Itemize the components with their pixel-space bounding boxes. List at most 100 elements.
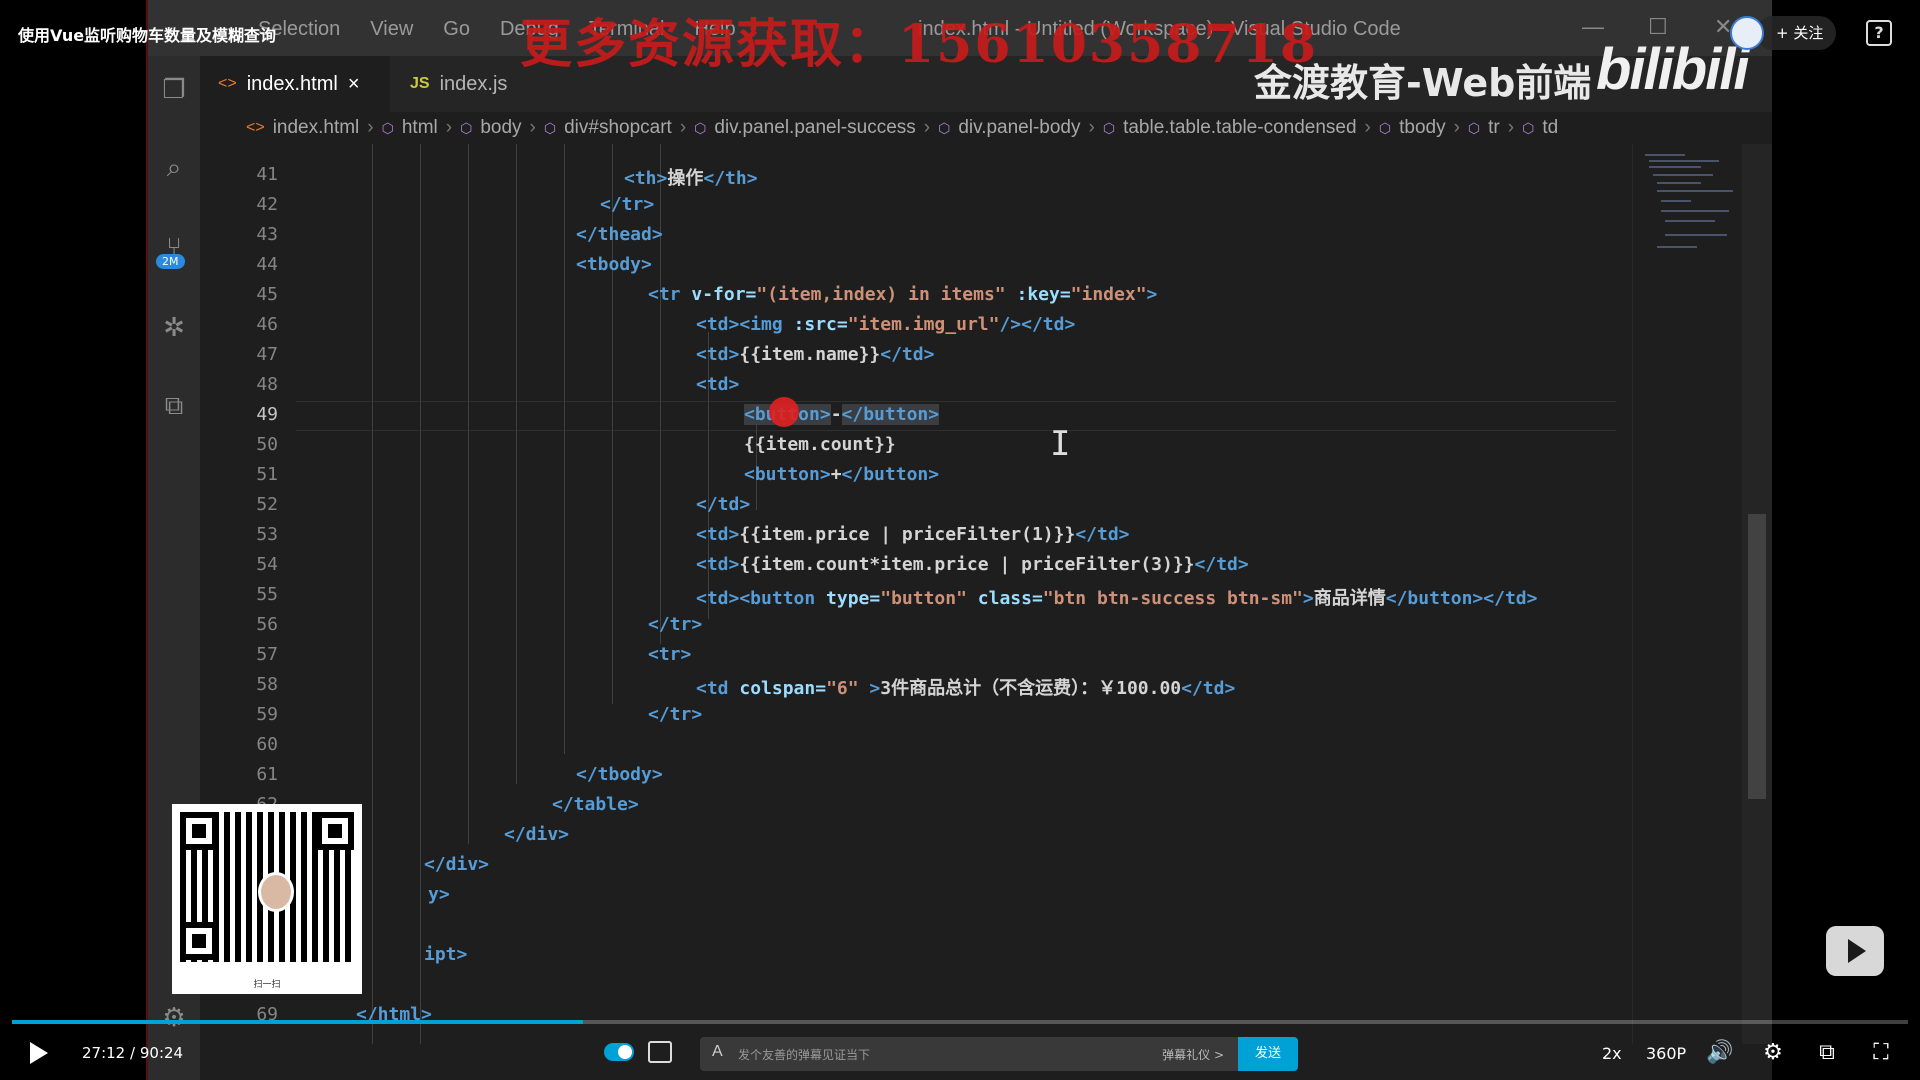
line-number: 46 xyxy=(256,314,278,335)
danmaku-input[interactable]: A 发个友善的弹幕见证当下 弹幕礼仪 > xyxy=(700,1037,1238,1071)
code-line-61: </tbody> xyxy=(576,764,663,785)
line-number: 61 xyxy=(256,764,278,785)
video-title: 使用Vue监听购物车数量及模糊查询 xyxy=(18,26,277,45)
danmaku-style-icon[interactable]: A xyxy=(712,1043,723,1061)
tv-mascot-icon xyxy=(1826,926,1884,976)
extensions-icon[interactable]: ⧉ xyxy=(158,390,190,422)
tab-index-html[interactable]: <> index.html × xyxy=(200,56,390,112)
line-number: 59 xyxy=(256,704,278,725)
element-icon: ⬡ xyxy=(460,119,473,136)
html-file-icon: <> xyxy=(246,119,265,136)
line-number: 58 xyxy=(256,674,278,695)
picture-in-picture-icon[interactable]: ⧉ xyxy=(1814,1040,1840,1066)
line-number: 53 xyxy=(256,524,278,545)
text-cursor-icon: I xyxy=(1050,424,1071,464)
breadcrumb-item[interactable]: html xyxy=(402,117,438,139)
code-line-56: </tr> xyxy=(648,614,703,635)
mouse-highlight xyxy=(769,397,799,427)
follow-label[interactable]: + 关注 xyxy=(1776,22,1823,43)
element-icon: ⬡ xyxy=(1522,119,1535,136)
breadcrumb-item[interactable]: tbody xyxy=(1399,117,1445,139)
breadcrumb: <> index.html › ⬡ html › ⬡ body › ⬡ div#shopca… xyxy=(200,112,1772,144)
code-line-54: <td>{{item.count*item.price | priceFilte… xyxy=(696,554,1249,575)
code-line-44: <tbody> xyxy=(576,254,652,275)
breadcrumb-item[interactable]: tr xyxy=(1488,117,1500,139)
promo-watermark: 更多资源获取：15610358718 xyxy=(520,14,1318,75)
code-line-41: <th>操作</th> xyxy=(624,168,758,189)
line-number: 56 xyxy=(256,614,278,635)
progress-bar[interactable] xyxy=(12,1020,1908,1024)
tab-close-icon[interactable]: × xyxy=(348,73,360,96)
code-line-52: </td> xyxy=(696,494,751,515)
code-line-64: </div> xyxy=(424,854,490,875)
line-number: 43 xyxy=(256,224,278,245)
code-line-51: <button>+</button> xyxy=(744,464,940,485)
element-icon: ⬡ xyxy=(543,119,557,136)
line-number: 47 xyxy=(256,344,278,365)
danmaku-settings-icon[interactable] xyxy=(648,1041,672,1063)
tab-label: index.html xyxy=(246,72,338,95)
time-display: 27:12 / 90:24 xyxy=(82,1044,183,1062)
qr-code: 扫一扫 xyxy=(172,804,362,994)
breadcrumb-item[interactable]: div.panel.panel-success xyxy=(714,117,915,139)
breadcrumb-item[interactable]: td xyxy=(1542,117,1558,139)
send-danmaku-button[interactable]: 发送 xyxy=(1238,1037,1298,1071)
breadcrumb-item[interactable]: table.table.table-condensed xyxy=(1123,117,1356,139)
breadcrumb-item[interactable]: index.html xyxy=(273,117,360,139)
volume-icon[interactable]: 🔊 xyxy=(1706,1040,1733,1066)
uploader-avatar[interactable] xyxy=(1730,16,1764,50)
bilibili-logo: bilibili xyxy=(1596,37,1750,102)
code-line-63: </div> xyxy=(504,824,570,845)
code-line-62: </table> xyxy=(552,794,639,815)
code-line-59: </tr> xyxy=(648,704,703,725)
code-line-46: <td><img :src="item.img_url"/></td> xyxy=(696,314,1076,335)
code-line-53: <td>{{item.price | priceFilter(1)}}</td> xyxy=(696,524,1130,545)
code-line-43: </thead> xyxy=(576,224,663,245)
editor-scrollbar[interactable] xyxy=(1742,144,1772,1044)
code-line-42: </tr> xyxy=(600,194,655,215)
search-icon[interactable]: ⌕ xyxy=(158,152,190,184)
code-line-58: <td colspan="6" >3件商品总计（不含运费）：￥100.00</t… xyxy=(696,678,1236,699)
line-number: 45 xyxy=(256,284,278,305)
speed-button[interactable]: 2x xyxy=(1602,1044,1622,1063)
help-icon[interactable]: ? xyxy=(1866,20,1892,46)
code-line-55: <td><button type="button" class="btn btn… xyxy=(696,588,1538,609)
breadcrumb-item[interactable]: div#shopcart xyxy=(564,117,672,139)
line-number: 60 xyxy=(256,734,278,755)
menu-go[interactable]: Go xyxy=(443,18,470,41)
code-line-65: y> xyxy=(428,884,450,905)
menu-view[interactable]: View xyxy=(370,18,413,41)
vscode-window: Selection View Go Debug Terminal Help in… xyxy=(148,0,1772,1080)
current-line-highlight xyxy=(296,401,1616,431)
code-line-57: <tr> xyxy=(648,644,692,665)
element-icon: ⬡ xyxy=(1378,119,1392,136)
danmaku-toggle[interactable] xyxy=(604,1043,634,1061)
code-editor[interactable]: 41 42 43 44 45 46 47 48 49 50 51 52 53 54 55 56 57 58 59 60… xyxy=(200,144,1632,1044)
player-controls: 27:12 / 90:24 A 发个友善的弹幕见证当下 弹幕礼仪 > 发送 2x… xyxy=(0,1028,1920,1080)
breadcrumb-item[interactable]: div.panel-body xyxy=(958,117,1080,139)
element-icon: ⬡ xyxy=(1102,119,1116,136)
play-icon[interactable] xyxy=(30,1042,48,1064)
element-icon: ⬡ xyxy=(938,119,951,136)
source-control-badge: 2M xyxy=(156,254,185,269)
time-separator: / xyxy=(130,1044,136,1062)
line-number: 52 xyxy=(256,494,278,515)
line-number: 50 xyxy=(256,434,278,455)
code-line-67: ipt> xyxy=(424,944,468,965)
line-number: 48 xyxy=(256,374,278,395)
explorer-icon[interactable]: ❐ xyxy=(158,74,190,106)
quality-button[interactable]: 360P xyxy=(1646,1044,1686,1063)
danmaku-etiquette-link[interactable]: 弹幕礼仪 > xyxy=(1162,1046,1224,1063)
settings-icon[interactable]: ⚙ xyxy=(1760,1040,1786,1066)
js-file-icon: JS xyxy=(410,75,430,92)
editor-scrollbar-thumb[interactable] xyxy=(1748,514,1766,799)
qr-avatar xyxy=(258,872,294,912)
debug-icon[interactable]: ✲ xyxy=(158,312,190,344)
code-line-45: <tr v-for="(item,index) in items" :key="… xyxy=(648,284,1158,305)
minimap[interactable] xyxy=(1632,144,1742,1044)
line-number: 49 xyxy=(256,404,278,425)
video-player[interactable]: Selection View Go Debug Terminal Help in… xyxy=(0,0,1920,1080)
fullscreen-icon[interactable]: ⛶ xyxy=(1868,1040,1894,1066)
line-number: 44 xyxy=(256,254,278,275)
breadcrumb-item[interactable]: body xyxy=(480,117,521,139)
